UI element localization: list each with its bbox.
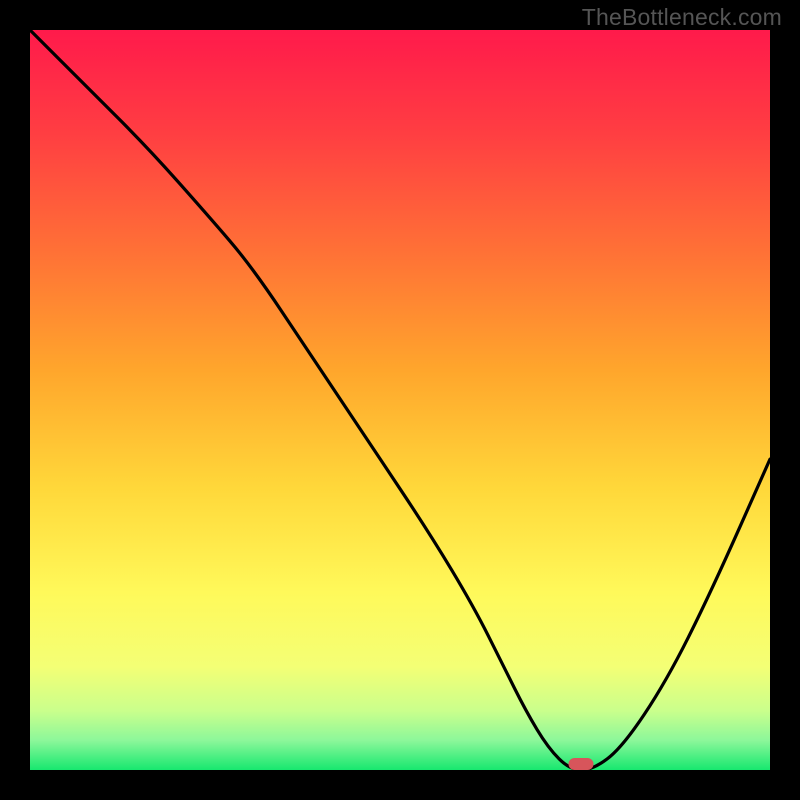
chart-root: TheBottleneck.com: [0, 0, 800, 800]
plot-area: [30, 30, 770, 770]
bottleneck-curve-path: [30, 30, 770, 770]
watermark-text: TheBottleneck.com: [582, 4, 782, 31]
optimal-marker: [569, 758, 594, 770]
curve-layer: [30, 30, 770, 770]
